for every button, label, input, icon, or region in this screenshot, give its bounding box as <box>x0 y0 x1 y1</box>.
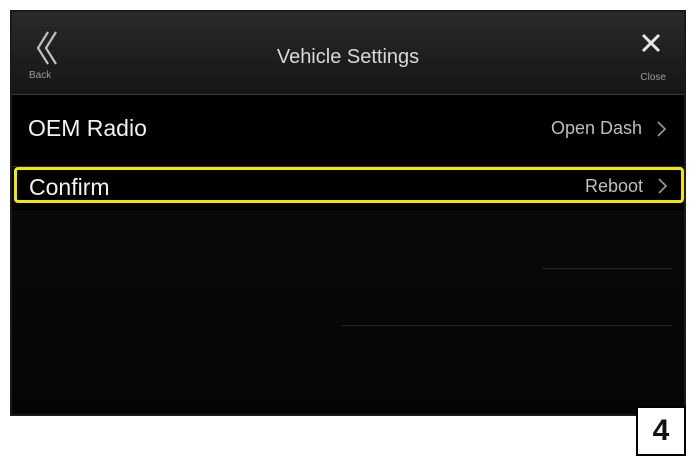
divider <box>542 268 672 269</box>
close-button[interactable]: Close <box>616 26 676 88</box>
back-label: Back <box>29 70 52 81</box>
settings-list: OEM Radio Open Dash Confirm Reboot <box>12 95 684 203</box>
page-title: Vehicle Settings <box>276 46 420 68</box>
empty-list-area <box>12 210 684 414</box>
list-item-oem-radio[interactable]: OEM Radio Open Dash <box>12 95 684 167</box>
divider <box>342 325 672 326</box>
close-icon <box>641 33 661 53</box>
list-item-value: Reboot <box>584 176 643 196</box>
step-number: 4 <box>636 406 686 456</box>
chevron-right-icon <box>658 178 668 194</box>
figure-margin <box>10 416 686 457</box>
close-label: Close <box>640 72 666 83</box>
list-item-confirm[interactable]: Confirm Reboot <box>14 167 684 203</box>
list-item-label: Confirm <box>29 174 110 200</box>
head-unit-screen: Back Vehicle Settings Close OEM Radio Op… <box>10 10 686 416</box>
list-item-value: Open Dash <box>550 118 642 138</box>
manual-figure: Back Vehicle Settings Close OEM Radio Op… <box>0 0 696 457</box>
list-item-label: OEM Radio <box>28 115 147 141</box>
chevron-right-icon <box>657 121 667 137</box>
header-bar: Back Vehicle Settings Close <box>12 12 684 95</box>
